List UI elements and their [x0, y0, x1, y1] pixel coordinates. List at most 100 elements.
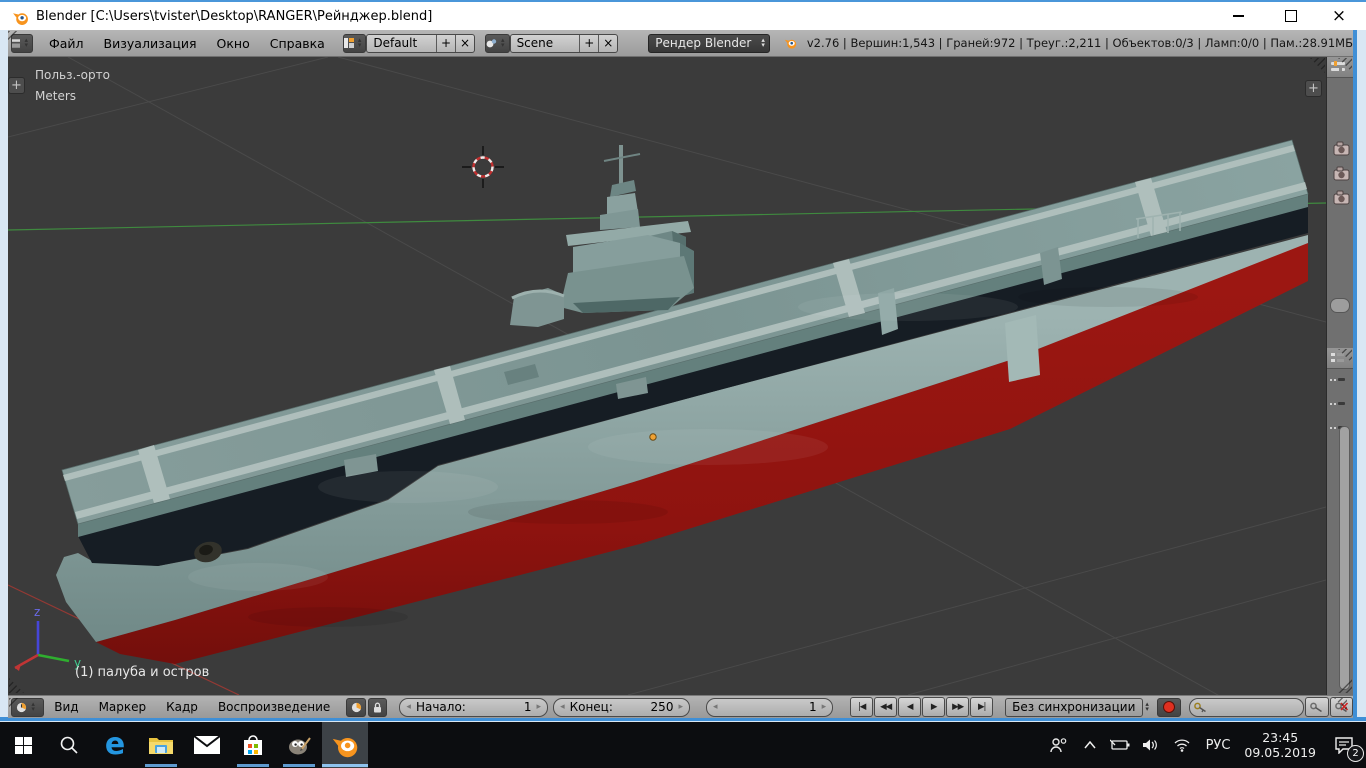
render-engine-selector[interactable]: Рендер Blender ▴ ▾: [648, 33, 770, 53]
people-button[interactable]: [1042, 722, 1076, 768]
mail-icon: [194, 736, 220, 754]
start-button[interactable]: [0, 722, 46, 768]
screen-layout-icon: [343, 38, 354, 48]
jump-to-start-button[interactable]: |◀: [850, 697, 874, 717]
panel-scroll-knob[interactable]: [1330, 298, 1350, 313]
window-title: Blender [C:\Users\tvister\Desktop\RANGER…: [36, 9, 433, 24]
current-frame-value: 1: [808, 700, 817, 714]
scene-statistics: v2.76 | Вершин:1,543 | Граней:972 | Треу…: [806, 36, 1353, 50]
preview-clock-icon: [351, 702, 361, 712]
decrement-arrow[interactable]: ◂: [711, 702, 720, 712]
ship-model[interactable]: [56, 139, 1309, 664]
timeline-menu-playback[interactable]: Воспроизведение: [208, 700, 340, 714]
outliner-panel[interactable]: [1326, 348, 1353, 695]
info-editor-icon: [12, 38, 21, 48]
unit-label: Meters: [35, 89, 77, 103]
play-button[interactable]: ▶: [922, 697, 946, 717]
island-structure: [510, 145, 694, 327]
menu-render[interactable]: Визуализация: [94, 36, 207, 51]
increment-arrow[interactable]: ▸: [535, 702, 544, 712]
outliner-item[interactable]: [1330, 427, 1336, 429]
properties-shelf-expand-button[interactable]: +: [1305, 80, 1322, 97]
window-border-left: [0, 30, 8, 722]
taskbar-gimp[interactable]: [276, 722, 322, 768]
screen: Blender [C:\Users\tvister\Desktop\RANGER…: [0, 0, 1366, 768]
cursor-3d: [462, 146, 504, 188]
preview-range-toggle[interactable]: [346, 697, 366, 717]
insert-keyframe-button[interactable]: [1305, 697, 1329, 717]
current-frame-field[interactable]: ◂ 1 ▸: [705, 697, 834, 717]
timeline-selector-arrows: ▴ ▾: [31, 700, 35, 713]
close-icon: ×: [1331, 5, 1347, 26]
taskbar-mail[interactable]: [184, 722, 230, 768]
outliner-item[interactable]: [1330, 379, 1336, 381]
menu-window[interactable]: Окно: [207, 36, 260, 51]
add-scene-button[interactable]: +: [579, 34, 598, 52]
sync-mode-selector[interactable]: Без синхронизации ▴ ▾: [1005, 697, 1149, 717]
edge-icon: e: [104, 727, 126, 762]
clock[interactable]: 23:45 09.05.2019: [1238, 722, 1322, 768]
properties-panel[interactable]: [1326, 57, 1353, 348]
windows-logo-icon: [14, 736, 32, 754]
people-icon: [1049, 737, 1066, 752]
object-origin-dot: [649, 433, 657, 441]
network-indicator[interactable]: [1166, 722, 1198, 768]
minimize-button[interactable]: [1213, 2, 1263, 30]
timeline-menu-frame[interactable]: Кадр: [156, 700, 208, 714]
outliner-item[interactable]: [1330, 403, 1336, 405]
lock-toggle[interactable]: [367, 697, 388, 717]
add-layout-button[interactable]: +: [436, 34, 455, 52]
file-explorer-icon: [149, 737, 173, 754]
timeline-menu-view[interactable]: Вид: [44, 700, 88, 714]
tray-overflow-button[interactable]: [1076, 722, 1104, 768]
clock-time: 23:45: [1262, 730, 1299, 745]
auto-keyframe-record-button[interactable]: [1157, 697, 1181, 717]
delete-layout-button[interactable]: ×: [455, 34, 474, 52]
render-tab-camera-icon[interactable]: [1333, 141, 1350, 156]
window-border-right: [1357, 30, 1366, 722]
keying-set-field[interactable]: [1188, 697, 1305, 717]
decrement-arrow[interactable]: ◂: [404, 702, 413, 712]
outliner-scrollbar[interactable]: [1339, 426, 1350, 690]
screen-layout-value: Default: [373, 36, 418, 50]
language-indicator[interactable]: РУС: [1198, 722, 1239, 768]
sync-mode-value: Без синхронизации: [1012, 700, 1136, 714]
jump-to-end-button[interactable]: ▶|: [970, 697, 994, 717]
close-button[interactable]: ×: [1314, 2, 1364, 30]
search-button[interactable]: [46, 722, 92, 768]
maximize-button[interactable]: [1266, 2, 1316, 30]
render-layers-tab-icon[interactable]: [1333, 166, 1350, 181]
screen-layout-arrows: ▴ ▾: [357, 36, 362, 49]
frame-end-field[interactable]: ◂ Конец: 250 ▸: [553, 697, 690, 717]
timeline-menu-marker[interactable]: Маркер: [89, 700, 157, 714]
taskbar-edge[interactable]: e: [92, 722, 138, 768]
frame-start-field[interactable]: ◂ Начало: 1 ▸: [399, 697, 549, 717]
taskbar-blender[interactable]: [322, 722, 368, 768]
menu-file[interactable]: Файл: [39, 36, 94, 51]
scene-selector[interactable]: Scene + ×: [509, 33, 619, 53]
scene-tab-icon[interactable]: [1333, 190, 1350, 205]
screen-layout-selector[interactable]: Default + ×: [366, 33, 476, 53]
previous-keyframe-button[interactable]: ◀◀: [874, 697, 898, 717]
next-keyframe-button[interactable]: ▶▶: [946, 697, 970, 717]
taskbar-store[interactable]: [230, 722, 276, 768]
screen-layout-browse[interactable]: ▴ ▾: [342, 33, 367, 53]
toolshelf-expand-button[interactable]: +: [8, 77, 25, 94]
action-center-button[interactable]: 2: [1322, 722, 1366, 768]
running-indicator: [145, 764, 177, 767]
store-icon: [244, 735, 262, 755]
maximize-icon: [1285, 10, 1297, 22]
delete-scene-button[interactable]: ×: [598, 34, 617, 52]
battery-indicator[interactable]: [1104, 722, 1136, 768]
viewport-canvas[interactable]: z y: [8, 57, 1326, 695]
scene-browse[interactable]: ▴ ▾: [485, 33, 510, 53]
taskbar-file-explorer[interactable]: [138, 722, 184, 768]
volume-indicator[interactable]: [1136, 722, 1166, 768]
frame-start-label: Начало:: [415, 700, 466, 714]
decrement-arrow[interactable]: ◂: [558, 702, 567, 712]
menu-help[interactable]: Справка: [260, 36, 335, 51]
increment-arrow[interactable]: ▸: [820, 702, 829, 712]
viewport-3d[interactable]: z y Польз.-орто Meters (1) палуба и остр…: [8, 57, 1326, 695]
play-reverse-button[interactable]: ◀: [898, 697, 922, 717]
increment-arrow[interactable]: ▸: [676, 702, 685, 712]
